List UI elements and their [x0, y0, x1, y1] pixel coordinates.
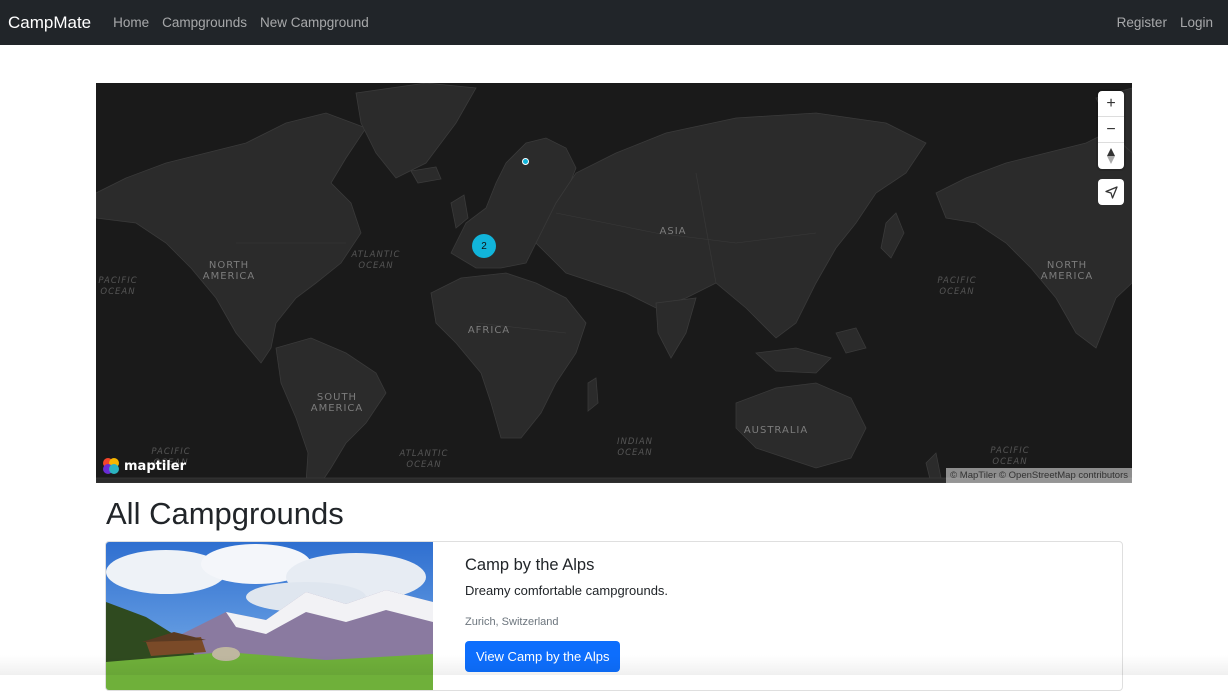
map-navigation-controls: + − — [1098, 91, 1124, 169]
cluster-map[interactable]: PACIFIC OCEAN NORTH AMERICA ATLANTIC OCEAN … — [96, 83, 1132, 483]
nav-new-campground-link[interactable]: New Campground — [260, 15, 369, 30]
window-bottom-shadow — [0, 655, 1228, 675]
nav-register-link[interactable]: Register — [1117, 15, 1167, 30]
geolocate-arrow-icon — [1104, 185, 1118, 199]
map-label-atlantic-ocean-south: ATLANTIC OCEAN — [399, 449, 449, 470]
nav-campgrounds-link[interactable]: Campgrounds — [162, 15, 247, 30]
map-label-pacific-ocean-east: PACIFIC OCEAN — [937, 276, 977, 297]
maptiler-logo-text: maptiler — [124, 458, 186, 474]
map-attribution[interactable]: © MapTiler © OpenStreetMap contributors — [946, 468, 1132, 483]
page-title: All Campgrounds — [106, 496, 344, 531]
geolocate-button[interactable] — [1098, 179, 1124, 205]
map-label-north-america-west: NORTH AMERICA — [202, 260, 256, 282]
zoom-in-button[interactable]: + — [1098, 91, 1124, 117]
campground-title: Camp by the Alps — [465, 556, 595, 574]
maptiler-logo-icon — [103, 458, 119, 474]
map-label-pacific-ocean-southeast: PACIFIC OCEAN — [990, 446, 1030, 467]
nav-login-link[interactable]: Login — [1180, 15, 1213, 30]
maptiler-logo[interactable]: maptiler — [102, 457, 186, 475]
campground-map-marker[interactable] — [522, 158, 529, 165]
compass-button[interactable] — [1098, 143, 1124, 169]
brand-link[interactable]: CampMate — [8, 13, 91, 33]
map-label-africa: AFRICA — [467, 325, 511, 336]
navbar: CampMate Home Campgrounds New Campground… — [0, 0, 1228, 45]
compass-icon — [1107, 148, 1115, 164]
map-cluster-marker[interactable]: 2 — [472, 234, 496, 258]
map-label-pacific-ocean-west: PACIFIC OCEAN — [98, 276, 138, 297]
campground-description: Dreamy comfortable campgrounds. — [465, 583, 669, 598]
map-label-south-america: SOUTH AMERICA — [310, 392, 364, 414]
campground-location: Zurich, Switzerland — [465, 616, 559, 628]
nav-right: Register Login — [1117, 15, 1226, 30]
map-label-asia: ASIA — [659, 226, 687, 237]
map-label-atlantic-ocean-north: ATLANTIC OCEAN — [351, 250, 401, 271]
map-label-north-america-east: NORTH AMERICA — [1040, 260, 1094, 282]
map-label-australia: AUSTRALIA — [743, 425, 809, 436]
map-label-indian-ocean: INDIAN OCEAN — [616, 437, 654, 458]
zoom-out-button[interactable]: − — [1098, 117, 1124, 143]
nav-home-link[interactable]: Home — [113, 15, 149, 30]
